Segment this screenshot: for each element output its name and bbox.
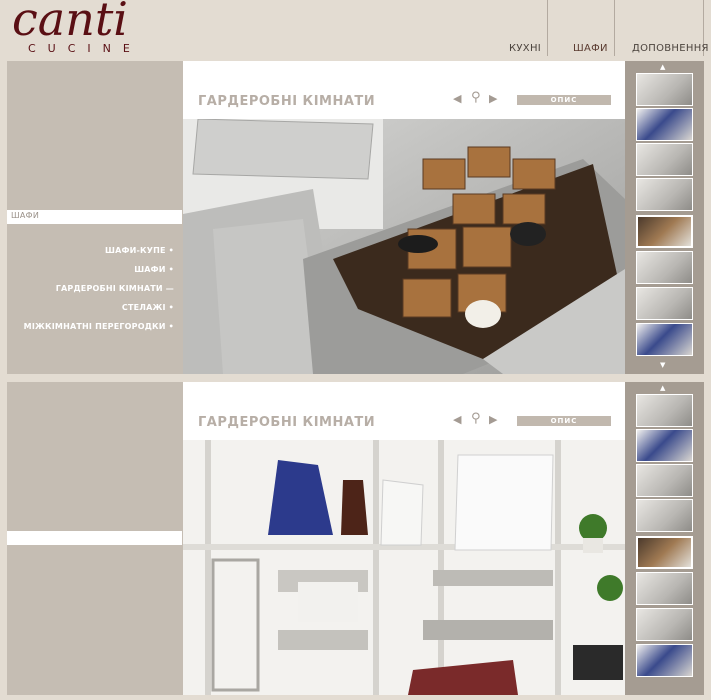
thumbs-up-icon[interactable]: ▲ (660, 384, 665, 392)
nav-item-extras[interactable]: ДОПОВНЕННЯ (632, 43, 709, 54)
next-icon[interactable]: ▶ (489, 92, 497, 105)
sidebar-upper (7, 61, 182, 210)
thumbnail-strip: ▲ ▼ (625, 61, 704, 374)
drawer-photo (183, 119, 625, 374)
main-photo (183, 440, 625, 695)
thumbs-down-icon[interactable]: ▼ (660, 361, 665, 369)
zoom-icon[interactable]: ⚲ (471, 411, 481, 426)
thumbnail[interactable] (636, 287, 693, 320)
side-menu: ШАФИ-КУПЕ • ШАФИ • ГАРДЕРОБНІ КІМНАТИ — … (7, 245, 174, 340)
section-label: ШАФИ (11, 211, 40, 220)
content-header: ГАРДЕРОБНІ КІМНАТИ ◀ ⚲ ▶ ОПИС (183, 382, 625, 440)
prev-icon[interactable]: ◀ (453, 413, 461, 426)
thumbnail-strip: ▲ (625, 382, 704, 695)
thumbnail[interactable] (636, 572, 693, 605)
thumbnail-active[interactable] (636, 215, 693, 248)
page-title: ГАРДЕРОБНІ КІМНАТИ (198, 94, 376, 109)
side-menu-item-wardrobes[interactable]: ШАФИ • (7, 264, 174, 283)
thumbnail[interactable] (636, 429, 693, 462)
section-label-bar (7, 531, 182, 545)
section-label-bar: ШАФИ (7, 210, 182, 224)
thumbnail[interactable] (636, 394, 693, 427)
nav-divider (614, 0, 615, 56)
zoom-icon[interactable]: ⚲ (471, 90, 481, 105)
content-header: ГАРДЕРОБНІ КІМНАТИ ◀ ⚲ ▶ ОПИС (183, 61, 625, 119)
side-menu-item-shelving[interactable]: СТЕЛАЖІ • (7, 302, 174, 321)
thumbs-up-icon[interactable]: ▲ (660, 63, 665, 71)
thumbnail-active[interactable] (636, 536, 693, 569)
brand-sub: CUCINE (28, 42, 142, 55)
thumbnail[interactable] (636, 251, 693, 284)
side-menu-item-dressing-rooms[interactable]: ГАРДЕРОБНІ КІМНАТИ — (7, 283, 174, 302)
panel-top: ШАФИ ШАФИ-КУПЕ • ШАФИ • ГАРДЕРОБНІ КІМНА… (7, 61, 704, 374)
side-menu-item-coupe[interactable]: ШАФИ-КУПЕ • (7, 245, 174, 264)
main-photo (183, 119, 625, 374)
brand-logo[interactable]: canti CUCINE (12, 0, 182, 58)
panel-bottom: ГАРДЕРОБНІ КІМНАТИ ◀ ⚲ ▶ ОПИС ▲ (7, 382, 704, 695)
nav-item-wardrobes[interactable]: ШАФИ (573, 43, 608, 54)
side-menu-item-partitions[interactable]: МІЖКІМНАТНІ ПЕРЕГОРОДКИ • (7, 321, 174, 340)
nav-divider (547, 0, 548, 56)
nav-item-kitchens[interactable]: КУХНІ (509, 43, 541, 54)
thumbnail[interactable] (636, 323, 693, 356)
thumbnail[interactable] (636, 73, 693, 106)
prev-icon[interactable]: ◀ (453, 92, 461, 105)
brand-name: canti (12, 0, 129, 46)
description-button[interactable]: ОПИС (517, 95, 611, 105)
thumbnail[interactable] (636, 644, 693, 677)
page-title: ГАРДЕРОБНІ КІМНАТИ (198, 415, 376, 430)
thumbnail[interactable] (636, 143, 693, 176)
thumbnail[interactable] (636, 499, 693, 532)
thumbnail[interactable] (636, 464, 693, 497)
thumbnail[interactable] (636, 108, 693, 141)
description-button[interactable]: ОПИС (517, 416, 611, 426)
sidebar-upper (7, 382, 182, 531)
thumbnail[interactable] (636, 178, 693, 211)
walk-in-closet-photo (183, 440, 625, 695)
sidebar-lower (7, 545, 182, 695)
thumbnail[interactable] (636, 608, 693, 641)
next-icon[interactable]: ▶ (489, 413, 497, 426)
